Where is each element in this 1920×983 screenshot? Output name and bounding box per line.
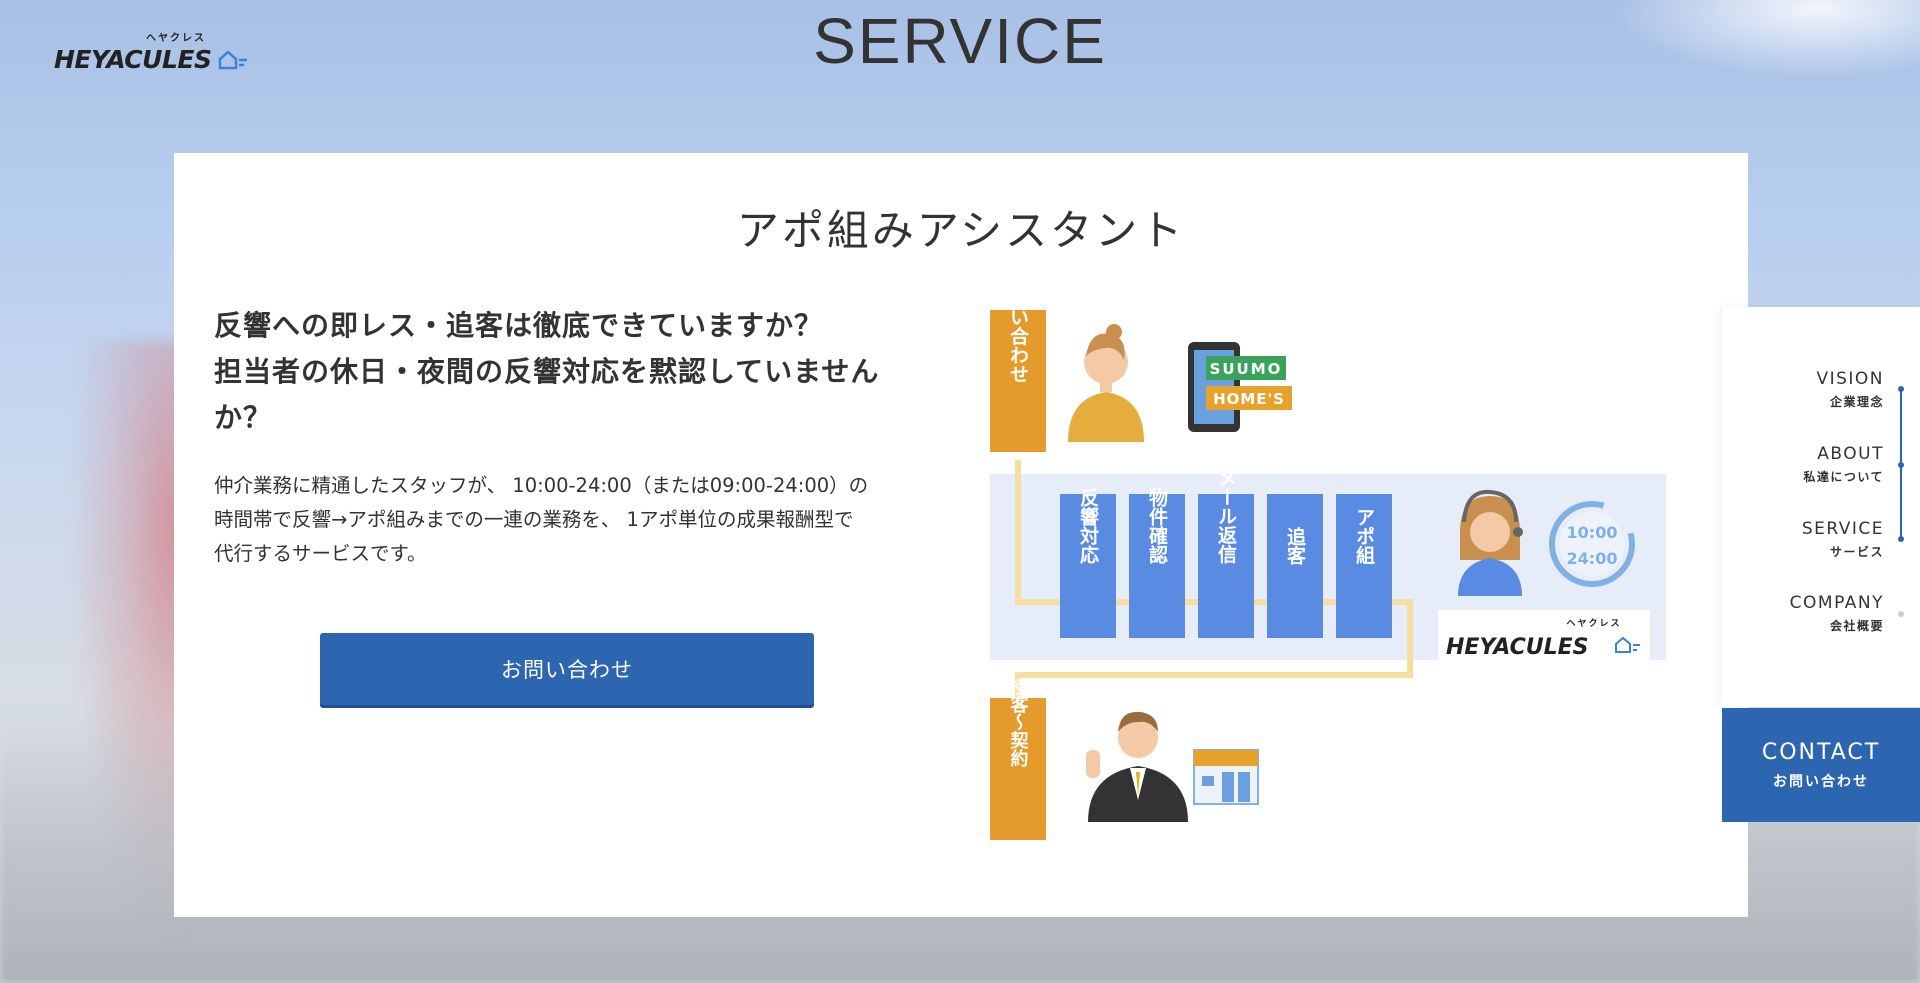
page-title: SERVICE bbox=[813, 5, 1107, 77]
step-label: 反響対応 bbox=[1077, 488, 1100, 565]
nav-label-en: VISION bbox=[1816, 369, 1884, 389]
step-box bbox=[1267, 494, 1323, 638]
nav-dot bbox=[1898, 536, 1904, 542]
description-line: 時間帯で反響→アポ組みまでの一連の業務を、 1アポ単位の成果報酬型で bbox=[214, 508, 854, 531]
contact-button[interactable]: お問い合わせ bbox=[320, 633, 814, 705]
description-line: 仲介業務に精通したスタッフが、 10:00-24:00（または09:00-24:… bbox=[214, 474, 869, 497]
service-card: アポ組みアシスタント 反響への即レス・追客は徹底できていますか？ 担当者の休日・… bbox=[174, 153, 1748, 917]
headline-line: 担当者の休日・夜間の反響対応を黙認していません bbox=[214, 355, 880, 388]
homes-label: HOME'S bbox=[1213, 390, 1285, 408]
service-flow-diagram: 問い合わせ SUUMO HOME'S 反響対応 物件確認 メール返信 追客 アポ… bbox=[990, 310, 1666, 840]
nav-label-en: COMPANY bbox=[1789, 593, 1884, 613]
diagram-logo-kana: ヘヤクレス bbox=[1566, 618, 1621, 629]
nav-label-ja: サービス bbox=[1829, 545, 1884, 559]
nav-item-service[interactable]: SERVICE サービス bbox=[1802, 519, 1884, 560]
headline-line: 反響への即レス・追客は徹底できていますか？ bbox=[214, 309, 824, 342]
customer-person-icon bbox=[1068, 324, 1144, 442]
clock-start-time: 10:00 bbox=[1567, 523, 1618, 542]
headline-line: か？ bbox=[214, 401, 273, 434]
nav-dot bbox=[1898, 386, 1904, 392]
contact-nav-button[interactable]: CONTACT お問い合わせ bbox=[1722, 708, 1920, 822]
diagram-logo-text: HEYACULES bbox=[1446, 635, 1589, 660]
nav-label-ja: 会社概要 bbox=[1829, 619, 1884, 633]
side-navigation: VISION 企業理念 ABOUT 私達について SERVICE サービス CO… bbox=[1722, 307, 1920, 707]
nav-label-en: SERVICE bbox=[1801, 519, 1884, 539]
store-icon bbox=[1193, 749, 1259, 805]
contract-label: 接客〜契約 bbox=[1008, 676, 1030, 767]
service-description: 仲介業務に精通したスタッフが、 10:00-24:00（または09:00-24:… bbox=[214, 469, 914, 571]
clock-end-time: 24:00 bbox=[1567, 549, 1618, 568]
nav-dot bbox=[1898, 462, 1904, 468]
step-label: 物件確認 bbox=[1146, 487, 1168, 564]
nav-label-en: ABOUT bbox=[1817, 444, 1884, 464]
agent-icon bbox=[1086, 711, 1188, 822]
contact-label-ja: お問い合わせ bbox=[1773, 774, 1869, 790]
nav-dot bbox=[1898, 611, 1904, 617]
description-line: 代行するサービスです。 bbox=[214, 542, 427, 565]
nav-item-company[interactable]: COMPANY 会社概要 bbox=[1790, 593, 1884, 634]
nav-label-ja: 企業理念 bbox=[1829, 395, 1884, 409]
suumo-label: SUUMO bbox=[1210, 360, 1283, 378]
operator-icon bbox=[1458, 489, 1523, 596]
step-label: 追客 bbox=[1284, 526, 1306, 566]
inquiry-label: 問い合わせ bbox=[1007, 310, 1029, 384]
nav-item-about[interactable]: ABOUT 私達について bbox=[1803, 444, 1884, 485]
service-headline: 反響への即レス・追客は徹底できていますか？ 担当者の休日・夜間の反響対応を黙認し… bbox=[214, 303, 894, 441]
contact-label-en: CONTACT bbox=[1761, 740, 1881, 765]
step-label: メール返信 bbox=[1215, 469, 1237, 565]
step-label: アポ組 bbox=[1353, 508, 1375, 565]
nav-item-vision[interactable]: VISION 企業理念 bbox=[1816, 369, 1884, 410]
nav-label-ja: 私達について bbox=[1803, 470, 1884, 484]
service-title: アポ組みアシスタント bbox=[736, 206, 1186, 255]
